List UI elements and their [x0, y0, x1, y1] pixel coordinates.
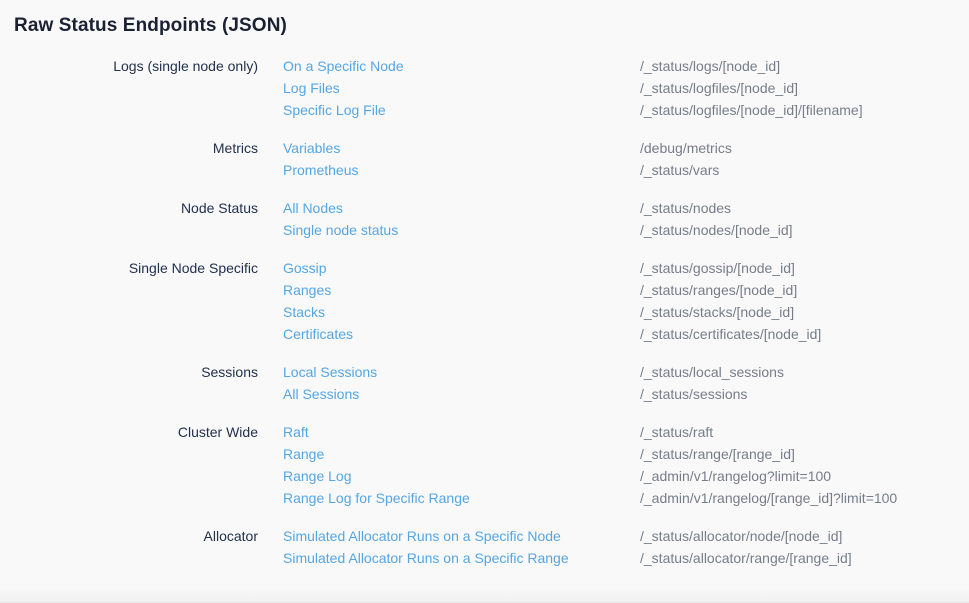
endpoint-row: Variables /debug/metrics [283, 137, 969, 159]
endpoint-link[interactable]: Range [283, 443, 640, 465]
endpoint-row: Log Files /_status/logfiles/[node_id] [283, 77, 969, 99]
endpoint-url: /_status/stacks/[node_id] [640, 301, 969, 323]
endpoint-url: /_status/range/[range_id] [640, 443, 969, 465]
endpoint-link[interactable]: Stacks [283, 301, 640, 323]
endpoint-row: Simulated Allocator Runs on a Specific N… [283, 525, 969, 547]
endpoint-link[interactable]: Prometheus [283, 159, 640, 181]
endpoint-group: Allocator Simulated Allocator Runs on a … [0, 525, 969, 569]
endpoint-url: /_status/certificates/[node_id] [640, 323, 969, 345]
endpoint-url: /_status/allocator/node/[node_id] [640, 525, 969, 547]
endpoint-link[interactable]: Log Files [283, 77, 640, 99]
raw-status-endpoints-page: Raw Status Endpoints (JSON) Logs (single… [0, 0, 969, 603]
group-rows: Local Sessions /_status/local_sessions A… [258, 361, 969, 405]
endpoint-link[interactable]: Specific Log File [283, 99, 640, 121]
endpoint-link[interactable]: Range Log [283, 465, 640, 487]
endpoint-row: Range Log for Specific Range /_admin/v1/… [283, 487, 969, 509]
endpoint-url: /_admin/v1/rangelog?limit=100 [640, 465, 969, 487]
endpoint-group: Single Node Specific Gossip /_status/gos… [0, 257, 969, 345]
endpoint-url: /_status/ranges/[node_id] [640, 279, 969, 301]
endpoint-link[interactable]: Range Log for Specific Range [283, 487, 640, 509]
endpoint-row: Prometheus /_status/vars [283, 159, 969, 181]
endpoint-link[interactable]: On a Specific Node [283, 55, 640, 77]
group-rows: Simulated Allocator Runs on a Specific N… [258, 525, 969, 569]
endpoint-link[interactable]: Raft [283, 421, 640, 443]
endpoint-link[interactable]: All Sessions [283, 383, 640, 405]
endpoint-url: /_status/sessions [640, 383, 969, 405]
endpoint-group: Logs (single node only) On a Specific No… [0, 55, 969, 121]
endpoint-link[interactable]: Gossip [283, 257, 640, 279]
endpoint-link[interactable]: Ranges [283, 279, 640, 301]
endpoint-url: /_admin/v1/rangelog/[range_id]?limit=100 [640, 487, 969, 509]
endpoint-url: /_status/logs/[node_id] [640, 55, 969, 77]
group-rows: Raft /_status/raft Range /_status/range/… [258, 421, 969, 509]
endpoint-group: Sessions Local Sessions /_status/local_s… [0, 361, 969, 405]
endpoint-row: Range Log /_admin/v1/rangelog?limit=100 [283, 465, 969, 487]
endpoint-row: On a Specific Node /_status/logs/[node_i… [283, 55, 969, 77]
group-category-label: Sessions [0, 361, 258, 405]
endpoint-row: Ranges /_status/ranges/[node_id] [283, 279, 969, 301]
endpoint-row: Certificates /_status/certificates/[node… [283, 323, 969, 345]
group-rows: Variables /debug/metrics Prometheus /_st… [258, 137, 969, 181]
group-category-label: Metrics [0, 137, 258, 181]
group-rows: On a Specific Node /_status/logs/[node_i… [258, 55, 969, 121]
group-rows: All Nodes /_status/nodes Single node sta… [258, 197, 969, 241]
endpoint-url: /_status/vars [640, 159, 969, 181]
endpoint-url: /_status/nodes [640, 197, 969, 219]
endpoint-url: /_status/nodes/[node_id] [640, 219, 969, 241]
endpoint-row: Range /_status/range/[range_id] [283, 443, 969, 465]
group-category-label: Cluster Wide [0, 421, 258, 509]
endpoint-row: Stacks /_status/stacks/[node_id] [283, 301, 969, 323]
endpoint-row: Simulated Allocator Runs on a Specific R… [283, 547, 969, 569]
group-category-label: Single Node Specific [0, 257, 258, 345]
endpoint-row: Specific Log File /_status/logfiles/[nod… [283, 99, 969, 121]
page-title: Raw Status Endpoints (JSON) [0, 0, 969, 38]
endpoint-group: Metrics Variables /debug/metrics Prometh… [0, 137, 969, 181]
group-rows: Gossip /_status/gossip/[node_id] Ranges … [258, 257, 969, 345]
endpoint-url: /_status/logfiles/[node_id]/[filename] [640, 99, 969, 121]
endpoint-row: Local Sessions /_status/local_sessions [283, 361, 969, 383]
endpoint-group: Cluster Wide Raft /_status/raft Range /_… [0, 421, 969, 509]
endpoint-link[interactable]: Local Sessions [283, 361, 640, 383]
endpoint-link[interactable]: Variables [283, 137, 640, 159]
endpoint-link[interactable]: Simulated Allocator Runs on a Specific R… [283, 547, 640, 569]
endpoint-row: Single node status /_status/nodes/[node_… [283, 219, 969, 241]
endpoint-row: Gossip /_status/gossip/[node_id] [283, 257, 969, 279]
endpoint-url: /_status/local_sessions [640, 361, 969, 383]
endpoint-url: /debug/metrics [640, 137, 969, 159]
endpoint-url: /_status/allocator/range/[range_id] [640, 547, 969, 569]
group-category-label: Allocator [0, 525, 258, 569]
endpoint-url: /_status/logfiles/[node_id] [640, 77, 969, 99]
endpoint-group: Node Status All Nodes /_status/nodes Sin… [0, 197, 969, 241]
endpoint-link[interactable]: Single node status [283, 219, 640, 241]
group-category-label: Logs (single node only) [0, 55, 258, 121]
endpoint-link[interactable]: Certificates [283, 323, 640, 345]
endpoint-url: /_status/raft [640, 421, 969, 443]
endpoint-row: All Sessions /_status/sessions [283, 383, 969, 405]
group-category-label: Node Status [0, 197, 258, 241]
endpoint-groups: Logs (single node only) On a Specific No… [0, 55, 969, 569]
endpoint-link[interactable]: All Nodes [283, 197, 640, 219]
endpoint-link[interactable]: Simulated Allocator Runs on a Specific N… [283, 525, 640, 547]
footer-strip [0, 588, 969, 603]
endpoint-url: /_status/gossip/[node_id] [640, 257, 969, 279]
endpoint-row: All Nodes /_status/nodes [283, 197, 969, 219]
endpoint-row: Raft /_status/raft [283, 421, 969, 443]
